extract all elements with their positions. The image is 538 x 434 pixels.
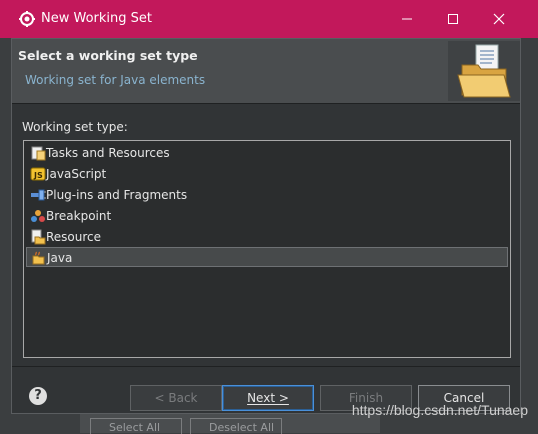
next-button-label: Next > [247,391,289,405]
select-all-button: Select All [90,418,182,434]
working-set-type-label: Working set type: [22,120,128,134]
java-icon [32,251,45,265]
maximize-button[interactable] [430,0,476,38]
list-item-java[interactable]: Java [26,247,508,267]
footer-separator [12,366,520,367]
banner-title: Select a working set type [18,48,198,63]
close-icon [493,13,505,25]
list-item-label: Tasks and Resources [46,146,170,160]
close-button[interactable] [476,0,522,38]
list-item-label: JavaScript [46,167,107,181]
eclipse-gear-icon [19,11,35,27]
list-item-label: Java [47,251,73,265]
svg-text:JS: JS [33,171,43,180]
window-title: New Working Set [41,11,152,26]
list-item-javascript[interactable]: JS JavaScript [26,164,508,184]
plugin-icon [31,189,46,201]
back-button[interactable]: < Back [130,385,222,411]
banner-subtitle: Working set for Java elements [25,73,206,87]
next-button[interactable]: Next > [222,385,314,411]
maximize-icon [448,14,458,24]
list-item-tasks-and-resources[interactable]: Tasks and Resources [26,143,508,163]
list-item-resource[interactable]: Resource [26,227,508,247]
minimize-button[interactable] [384,0,430,38]
resource-icon [31,229,46,245]
help-button[interactable]: ? [29,387,47,405]
wizard-banner: Select a working set type Working set fo… [12,39,520,104]
tasks-icon [31,146,46,161]
minimize-icon [402,18,412,20]
watermark-text: https://blog.csdn.net/Tunaep [351,402,528,418]
list-item-plug-ins-and-fragments[interactable]: Plug-ins and Fragments [26,185,508,205]
breakpoint-icon [31,210,45,222]
list-item-label: Breakpoint [46,209,112,223]
working-set-type-list[interactable]: Tasks and Resources JS JavaScript Plug-i… [23,140,511,358]
help-icon: ? [34,388,42,403]
javascript-icon: JS [30,167,46,181]
dialog-body: Select a working set type Working set fo… [11,38,521,414]
list-item-breakpoint[interactable]: Breakpoint [26,206,508,226]
list-item-label: Plug-ins and Fragments [46,188,188,202]
list-item-label: Resource [46,230,102,244]
title-bar: New Working Set [0,0,538,38]
folder-document-icon [448,41,520,101]
deselect-all-button: Deselect All [190,418,282,434]
